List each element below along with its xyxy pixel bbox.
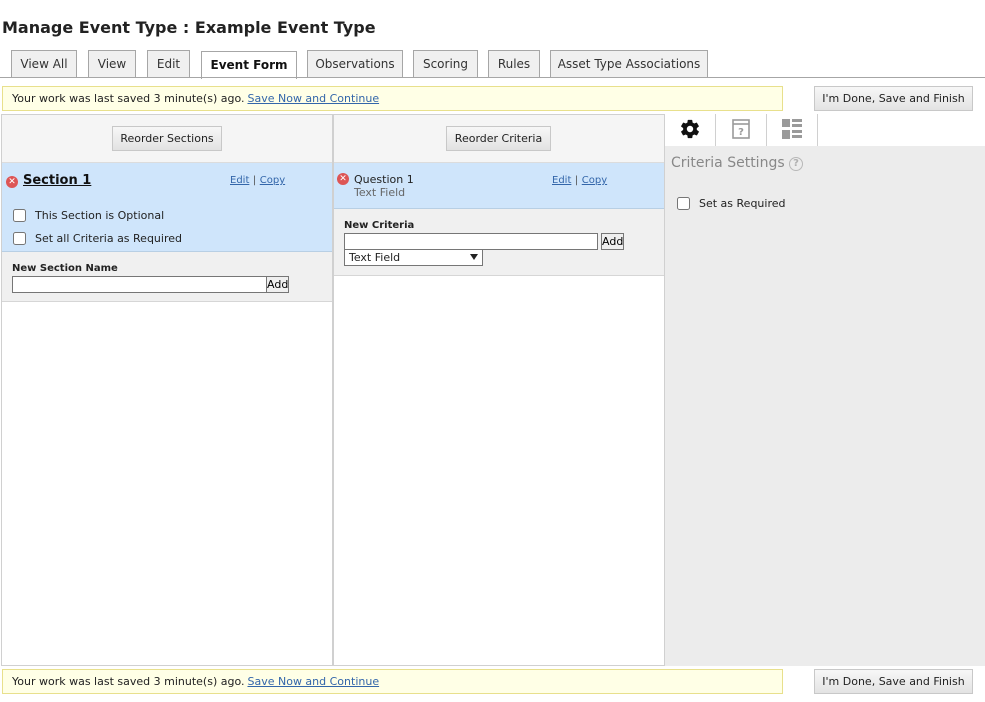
settings-tab-spacer — [818, 114, 985, 146]
sections-panel-header: Reorder Sections — [2, 115, 332, 163]
set-all-required-label: Set all Criteria as Required — [35, 232, 182, 245]
add-criteria-button[interactable]: Add — [601, 233, 624, 250]
settings-tab-bar: ? — [665, 114, 985, 146]
tab-scoring[interactable]: Scoring — [413, 50, 478, 77]
set-as-required-checkbox[interactable] — [677, 197, 690, 210]
sections-panel: Reorder Sections ✕ Section 1 Edit | Copy… — [1, 114, 333, 666]
separator: | — [574, 175, 579, 186]
tab-bar: View All View Edit Event Form Observatio… — [0, 50, 985, 79]
new-section-area: New Section Name Add — [2, 252, 332, 302]
section-optional-label: This Section is Optional — [35, 209, 165, 222]
svg-text:?: ? — [738, 127, 744, 138]
save-now-link[interactable]: Save Now and Continue — [247, 675, 379, 688]
delete-section-icon[interactable]: ✕ — [6, 176, 18, 188]
criterion-name[interactable]: Question 1 — [354, 173, 414, 186]
tab-help-settings[interactable]: ? — [716, 114, 767, 146]
new-criteria-input[interactable] — [344, 233, 598, 250]
set-as-required-label: Set as Required — [699, 197, 786, 210]
criteria-settings-panel: ? Criteria Settings ? Set as Required — [665, 114, 985, 666]
save-status-message: Your work was last saved 3 minute(s) ago… — [12, 92, 245, 105]
tab-general-settings[interactable] — [665, 114, 716, 146]
copy-criterion-link[interactable]: Copy — [582, 175, 607, 186]
criteria-panel: Reorder Criteria ✕ Question 1 Text Field… — [333, 114, 665, 666]
criteria-settings-title-text: Criteria Settings — [671, 155, 785, 171]
save-status-bar-top: Your work was last saved 3 minute(s) ago… — [2, 86, 783, 111]
page-title: Manage Event Type : Example Event Type — [2, 18, 376, 37]
add-section-button[interactable]: Add — [266, 276, 289, 293]
tab-event-form[interactable]: Event Form — [201, 51, 297, 79]
tab-view-all[interactable]: View All — [11, 50, 77, 77]
tab-divider — [0, 77, 985, 78]
new-criteria-label: New Criteria — [344, 220, 415, 231]
section-row[interactable]: ✕ Section 1 Edit | Copy This Section is … — [2, 163, 332, 252]
edit-section-link[interactable]: Edit — [230, 175, 249, 186]
reorder-criteria-button[interactable]: Reorder Criteria — [446, 126, 551, 151]
save-status-bar-bottom: Your work was last saved 3 minute(s) ago… — [2, 669, 783, 694]
gear-icon — [679, 118, 701, 143]
list-layout-icon — [781, 118, 803, 143]
new-section-name-label: New Section Name — [12, 263, 118, 274]
criterion-row[interactable]: ✕ Question 1 Text Field Edit | Copy — [334, 163, 664, 209]
tab-layout-settings[interactable] — [767, 114, 818, 146]
copy-section-link[interactable]: Copy — [260, 175, 285, 186]
new-criteria-area: New Criteria Add Text Field — [334, 209, 664, 276]
help-icon[interactable]: ? — [789, 157, 804, 171]
tab-edit[interactable]: Edit — [147, 50, 190, 77]
tab-observations[interactable]: Observations — [307, 50, 403, 77]
section-optional-checkbox[interactable] — [13, 209, 26, 222]
tab-view[interactable]: View — [88, 50, 136, 77]
new-section-name-input[interactable] — [12, 276, 267, 293]
chevron-down-icon — [470, 254, 478, 260]
save-status-message: Your work was last saved 3 minute(s) ago… — [12, 675, 245, 688]
reorder-sections-button[interactable]: Reorder Sections — [112, 126, 222, 151]
done-save-finish-button[interactable]: I'm Done, Save and Finish — [814, 669, 973, 694]
help-card-icon: ? — [731, 118, 751, 143]
criteria-type-select-value: Text Field — [349, 251, 401, 264]
tab-rules[interactable]: Rules — [488, 50, 540, 77]
save-now-link[interactable]: Save Now and Continue — [247, 92, 379, 105]
criterion-type: Text Field — [354, 186, 406, 199]
section-actions: Edit | Copy — [230, 173, 285, 186]
set-all-required-checkbox[interactable] — [13, 232, 26, 245]
delete-criterion-icon[interactable]: ✕ — [337, 173, 349, 185]
criterion-actions: Edit | Copy — [552, 173, 607, 186]
tab-asset-type-associations[interactable]: Asset Type Associations — [550, 50, 708, 77]
criteria-settings-title: Criteria Settings ? — [671, 155, 804, 171]
criteria-panel-header: Reorder Criteria — [334, 115, 664, 163]
criteria-type-select[interactable]: Text Field — [344, 249, 483, 266]
done-save-finish-button[interactable]: I'm Done, Save and Finish — [814, 86, 973, 111]
section-name[interactable]: Section 1 — [23, 173, 91, 188]
separator: | — [252, 175, 257, 186]
edit-criterion-link[interactable]: Edit — [552, 175, 571, 186]
